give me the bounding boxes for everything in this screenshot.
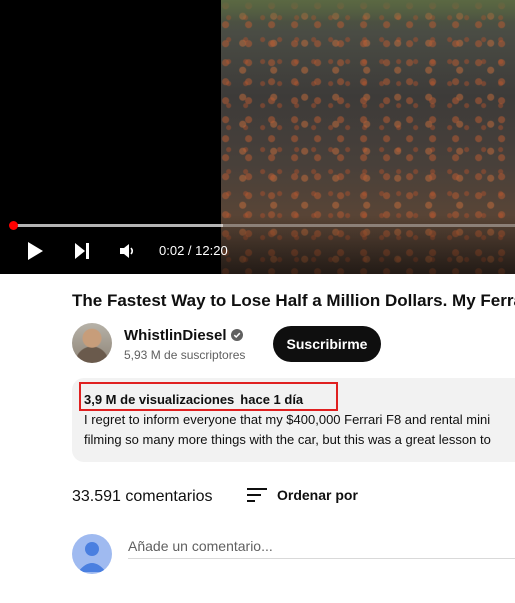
sort-label: Ordenar por bbox=[277, 487, 358, 503]
next-icon bbox=[75, 243, 89, 259]
volume-icon bbox=[120, 244, 134, 258]
volume-button[interactable] bbox=[112, 236, 142, 266]
play-icon bbox=[28, 242, 43, 260]
channel-name[interactable]: WhistlinDiesel bbox=[124, 327, 227, 344]
comment-input[interactable] bbox=[128, 533, 515, 559]
subscriber-count: 5,93 M de suscriptores bbox=[124, 348, 246, 362]
time-display: 0:02 / 12:20 bbox=[159, 243, 228, 258]
video-title: The Fastest Way to Lose Half a Million D… bbox=[72, 291, 515, 310]
next-button[interactable] bbox=[67, 236, 97, 266]
user-avatar bbox=[72, 534, 112, 574]
user-avatar-icon bbox=[78, 542, 106, 572]
comments-count: 33.591 comentarios bbox=[72, 488, 213, 505]
description-line: filming so many more things with the car… bbox=[84, 432, 491, 447]
progress-buffered bbox=[12, 224, 224, 227]
video-player[interactable]: 0:02 / 12:20 bbox=[0, 0, 515, 274]
subscribe-button[interactable]: Suscribirme bbox=[273, 326, 381, 362]
description-text: I regret to inform everyone that my $400… bbox=[84, 410, 515, 450]
sort-button[interactable]: Ordenar por bbox=[247, 484, 358, 506]
verified-icon bbox=[231, 329, 243, 341]
progress-bar[interactable] bbox=[9, 221, 515, 230]
channel-avatar[interactable] bbox=[72, 323, 112, 363]
description-line: I regret to inform everyone that my $400… bbox=[84, 412, 491, 427]
sort-icon bbox=[247, 488, 267, 502]
play-button[interactable] bbox=[20, 236, 50, 266]
highlight-box bbox=[79, 382, 338, 411]
